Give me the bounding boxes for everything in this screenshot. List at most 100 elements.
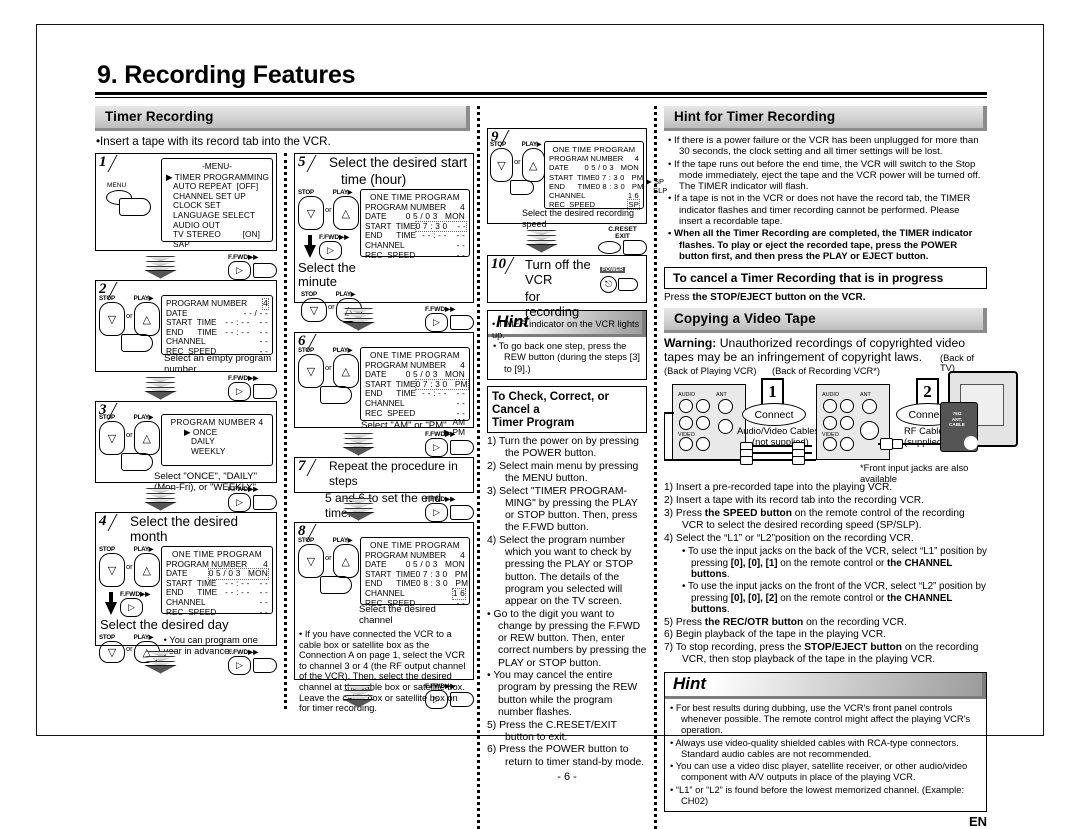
step-5-sub-2: minute <box>298 274 338 289</box>
label-back-of-tv: (Back of TV) <box>940 353 975 374</box>
stop-key-icon: ▽ <box>99 421 125 455</box>
hand-icon <box>450 440 474 455</box>
hint-bullet: • If a tape is not in the VCR or does no… <box>668 193 971 228</box>
hint-bullet: • If the tape runs out before the end ti… <box>668 158 981 193</box>
language-code: EN <box>968 814 987 829</box>
copyright-warning: Warning: Unauthorized recordings of copy… <box>664 336 987 364</box>
column-divider <box>654 106 657 829</box>
ffwd-label: F.FWD▶▶ <box>120 591 151 598</box>
osd-row: DATE 0 5 / 0 3 MON <box>549 163 639 172</box>
step-number: 3) <box>664 508 674 520</box>
ffwd-key-icon: ▷ <box>228 493 251 512</box>
osd-value: 4 <box>634 154 639 164</box>
hand-icon <box>320 386 352 404</box>
stop-key-label: STOP <box>99 546 115 553</box>
check-bullet: • Go to the digit you want to change by … <box>487 608 647 669</box>
or-label: or <box>514 157 521 166</box>
hint-bullet: • Always use video-quality shielded cabl… <box>670 736 959 759</box>
step-bold: STOP/EJECT button <box>804 642 902 654</box>
substep-bold: [0], [0], [2] <box>730 592 778 604</box>
down-arrow-icon <box>304 235 316 258</box>
check-step: 6) Press the POWER button to return to t… <box>487 744 645 768</box>
av-wire <box>664 412 666 461</box>
osd-row: REC SPEED - - <box>365 250 465 261</box>
ffwd-key-icon: ▷ <box>319 241 342 260</box>
osd-label: REC SPEED <box>166 606 217 617</box>
step-number: 5) <box>664 616 674 628</box>
step-text-tail: on the recording VCR. <box>803 616 907 628</box>
power-button-icon: ⎋ <box>600 276 617 293</box>
osd-row: CHANNEL 1 6 <box>549 191 639 200</box>
check-bullet: • You may cancel the entire program by p… <box>487 670 638 718</box>
check-step: 5) Press the C.RESET/EXIT button to exit… <box>487 719 617 743</box>
play-key-icon: △ <box>133 302 160 336</box>
play-key-label: PLAY▶ <box>332 537 353 544</box>
substep-mid: on the remote control or <box>777 592 888 604</box>
flow-arrow-2-3: F.FWD▶▶ ▷ <box>95 374 277 401</box>
chevron-down-icon <box>341 432 376 456</box>
tv-jack-label-2: ANT. <box>951 416 963 422</box>
check-step: 1) Turn the power on by pressing the POW… <box>487 435 639 460</box>
tv-jack-label-1: 75Ω <box>952 411 962 417</box>
step-2-panel: 2 STOP ▽ or PLAY▶ △ PROGRAM NUMBER 4 DAT… <box>95 280 277 375</box>
menu-key-label: MENU <box>107 182 127 189</box>
step-text: Press <box>675 616 705 628</box>
cancel-bold: the STOP/EJECT button on the VCR. <box>692 292 866 304</box>
hand-icon <box>510 180 534 195</box>
copying-step: 6) Begin playback of the tape in the pla… <box>664 629 987 641</box>
hand-icon <box>121 334 153 352</box>
step-10-heading-2: for recording <box>525 289 580 319</box>
chevron-down-icon <box>143 650 178 674</box>
step-9-panel: 9 STOP ▽ or PLAY▶ △ ONE TIME PROGRAM PRO… <box>487 128 667 229</box>
step-7-panel: 7 Repeat the procedure in steps 5 and 6 … <box>294 457 474 520</box>
hand-icon <box>253 495 277 510</box>
copying-step: 3) Press the SPEED button on the remote … <box>664 508 987 533</box>
hint-bullet: • You can use a video disc player, satel… <box>670 760 968 783</box>
hint-bullet: • To go back one step, press the REW but… <box>493 340 641 374</box>
rf-connector <box>892 439 903 450</box>
stop-key-icon: ▽ <box>490 148 513 182</box>
play-key-label: PLAY▶ <box>332 189 353 196</box>
chevron-down-icon <box>341 307 376 331</box>
front-jacks-footnote: *Front input jacks are also available <box>860 462 969 485</box>
step-10-note: • TIMER indicator on the VCR lights up. <box>492 319 640 340</box>
chevron-down-icon <box>341 497 376 521</box>
step-8-number: 8 <box>298 523 306 539</box>
stop-key-icon: ▽ <box>298 354 324 388</box>
stop-key-icon: ▽ <box>298 544 324 578</box>
power-label: POWER <box>600 267 626 273</box>
jack-label-audio: AUDIO <box>678 392 696 399</box>
chevron-down-icon <box>524 229 559 253</box>
osd-row: START TIME 0 7 : 3 0 PM <box>549 173 643 182</box>
osd-value: - - <box>456 597 465 608</box>
stop-key-icon: ▽ <box>298 196 324 230</box>
step-6-panel: 6 STOP ▽ or PLAY▶ △ ONE TIME PROGRAM PRO… <box>294 332 474 436</box>
play-key-label: PLAY▶ <box>521 141 542 148</box>
osd-row: REC SPEED - - <box>166 606 268 618</box>
step-number: 6) <box>664 629 674 641</box>
hint-bullet: • “L1” or “L2” is found before the lowes… <box>670 783 965 807</box>
stop-key-icon: ▽ <box>99 553 125 587</box>
steps-5-8: 5 Select the desired start time (hour) S… <box>294 153 474 713</box>
creset-key-icon <box>598 241 621 254</box>
osd-row: END TIME 0 8 : 3 0 PM <box>549 182 643 191</box>
section-header-copying: Copying a Video Tape <box>664 308 987 334</box>
step-6-osd: ONE TIME PROGRAM PROGRAM NUMBER 4 DATE 0… <box>360 347 470 436</box>
substep-mid: on the remote control or <box>777 557 888 569</box>
play-key-icon: △ <box>332 354 359 388</box>
check-heading-2: Timer Program <box>492 415 575 429</box>
step-4-panel: 4 Select the desired month STOP ▽ or PLA… <box>95 512 277 663</box>
play-key-icon: △ <box>332 196 359 230</box>
ffwd-key-icon: ▷ <box>425 438 448 457</box>
connect-1-label: Connect <box>742 403 806 427</box>
stop-key-icon: ▽ <box>99 641 125 663</box>
hand-icon <box>253 384 277 399</box>
label-back-of-recording-vcr: (Back of Recording VCR*) <box>772 366 880 377</box>
step-10-number: 10 <box>491 256 506 272</box>
or-label: or <box>325 205 332 214</box>
hand-icon <box>119 198 151 216</box>
ffwd-label: F.FWD▶▶ <box>228 254 259 261</box>
title-rule <box>95 92 987 98</box>
chevron-down-icon <box>341 684 376 708</box>
step-10-panel: 10 Turn off the VCR for recording POWER … <box>487 255 647 340</box>
